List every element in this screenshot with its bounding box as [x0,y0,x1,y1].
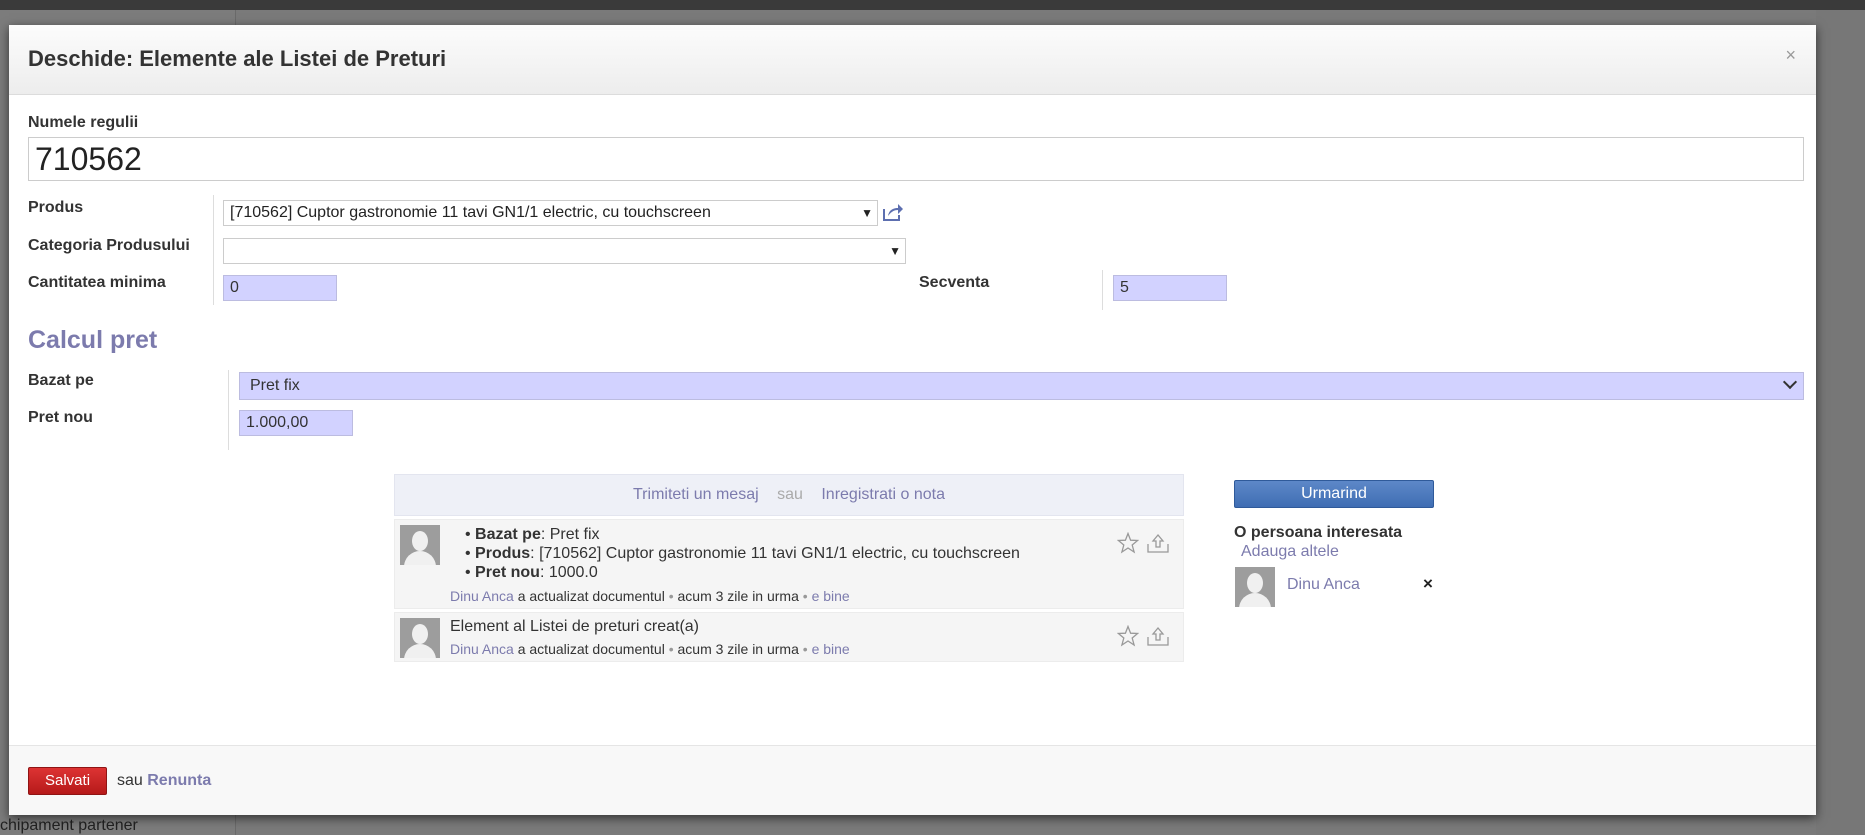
remove-follower-icon[interactable]: × [1423,574,1433,594]
external-link-icon[interactable] [882,202,904,222]
follower-name-link[interactable]: Dinu Anca [1287,576,1360,594]
tracking-value: Produs: [710562] Cuptor gastronomie 11 t… [465,544,1020,563]
dialog-header: Deschide: Elemente ale Listei de Preturi… [9,25,1816,95]
background-right-panel [1816,10,1865,835]
follow-button[interactable]: Urmarind [1234,480,1434,508]
message-author-link[interactable]: Dinu Anca [450,588,514,604]
tracking-values-list: Bazat pe: Pret fix Produs: [710562] Cupt… [465,525,1020,582]
new-price-input[interactable]: 1.000,00 [239,410,353,436]
based-on-select[interactable]: Pret fix [239,372,1804,400]
close-icon[interactable]: × [1785,45,1796,66]
log-note-link[interactable]: Inregistrati o nota [821,486,945,503]
product-label: Produs [28,199,84,216]
rule-name-input[interactable]: 710562 [28,137,1804,181]
send-message-link[interactable]: Trimiteti un mesaj [633,486,759,503]
star-icon[interactable] [1117,532,1139,554]
field-separator [213,195,214,305]
reply-icon[interactable] [1145,625,1171,647]
chevron-down-icon [1782,374,1798,390]
sequence-label: Secventa [919,274,990,291]
message-author-link[interactable]: Dinu Anca [450,641,514,657]
reply-icon[interactable] [1145,532,1171,554]
avatar[interactable] [400,525,440,565]
message-like-link[interactable]: e bine [812,641,850,657]
message-like-link[interactable]: e bine [812,588,850,604]
field-separator [228,370,229,450]
avatar[interactable] [400,618,440,658]
dialog-title: Deschide: Elemente ale Listei de Preturi [28,46,447,71]
field-separator [1102,270,1103,310]
based-on-value: Pret fix [250,377,300,394]
compose-or: sau [777,486,803,503]
tracking-value: Pret nou: 1000.0 [465,563,1020,582]
followers-title: O persoana interesata [1234,524,1403,541]
dialog-footer: Salvati sau Renunta [9,745,1816,815]
chatter-message: Element al Listei de preturi creat(a) Di… [394,612,1184,662]
add-followers-link[interactable]: Adauga altele [1241,543,1339,561]
dropdown-arrow-icon[interactable]: ▼ [861,201,873,225]
sequence-input[interactable]: 5 [1113,275,1227,301]
dropdown-arrow-icon[interactable]: ▼ [889,239,901,263]
min-quantity-label: Cantitatea minima [28,274,166,291]
footer-or: sau Renunta [117,772,212,789]
chatter-compose-bar: Trimiteti un mesaj sau Inregistrati o no… [394,474,1184,516]
chatter-message: Bazat pe: Pret fix Produs: [710562] Cupt… [394,519,1184,609]
message-body: Element al Listei de preturi creat(a) [450,618,699,635]
product-value: [710562] Cuptor gastronomie 11 tavi GN1/… [230,204,711,221]
rule-name-label: Numele regulii [28,114,139,131]
price-section-title: Calcul pret [28,326,158,354]
discard-link[interactable]: Renunta [147,772,211,789]
message-meta: Dinu Anca a actualizat documentul • acum… [450,588,850,604]
min-quantity-input[interactable]: 0 [223,275,337,301]
based-on-label: Bazat pe [28,372,94,389]
background-topbar [0,0,1865,10]
product-select[interactable]: [710562] Cuptor gastronomie 11 tavi GN1/… [223,200,878,226]
product-category-select[interactable]: ▼ [223,238,906,264]
star-icon[interactable] [1117,625,1139,647]
dialog: Deschide: Elemente ale Listei de Preturi… [9,25,1816,815]
message-meta: Dinu Anca a actualizat documentul • acum… [450,641,850,657]
new-price-label: Pret nou [28,409,93,426]
background-sidebar-item: chipament partener [0,817,138,834]
save-button[interactable]: Salvati [28,767,108,795]
product-category-label: Categoria Produsului [28,237,190,254]
avatar[interactable] [1235,567,1275,607]
tracking-value: Bazat pe: Pret fix [465,525,1020,544]
